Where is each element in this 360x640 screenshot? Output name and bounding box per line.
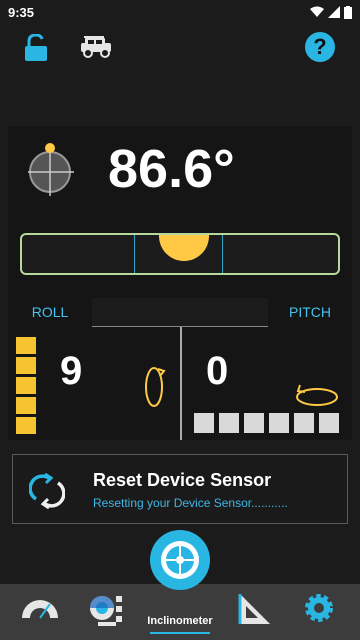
rotate-roll-icon: [145, 367, 166, 407]
angle-panel: 86.6°: [8, 126, 352, 298]
pitch-value: 0: [206, 349, 229, 393]
sync-icon: [29, 473, 65, 509]
roll-bar-segment: [16, 337, 36, 354]
lock-icon[interactable]: [24, 34, 48, 62]
roll-panel: 9: [8, 327, 180, 440]
level-bar: [20, 233, 340, 275]
pitch-bar-segment: [269, 413, 289, 433]
roll-value: 9: [60, 349, 83, 393]
status-bar: 9:35: [0, 0, 360, 24]
inclinometer-icon: [161, 541, 199, 579]
signal-icon: [328, 6, 340, 18]
roll-bar-segment: [16, 417, 36, 434]
help-icon: ?: [313, 34, 327, 59]
roll-bar-segment: [16, 357, 36, 374]
protractor-icon[interactable]: [20, 592, 60, 622]
reset-title: Reset Device Sensor: [93, 470, 272, 490]
wifi-icon: [310, 6, 324, 17]
pitch-bar-segment: [219, 413, 239, 433]
tab-roll[interactable]: ROLL: [8, 297, 92, 327]
level-marker-left: [134, 235, 135, 273]
pitch-bar-segment: [244, 413, 264, 433]
nav-active-indicator: [150, 632, 210, 634]
status-time: 9:35: [8, 4, 35, 20]
tab-pitch[interactable]: PITCH: [268, 297, 352, 327]
status-icons: [310, 5, 352, 19]
roll-bar-segment: [16, 397, 36, 414]
level-marker-right: [222, 235, 223, 273]
level-bubble: [159, 235, 209, 261]
help-button[interactable]: ?: [305, 32, 335, 62]
pitch-panel: 0: [182, 327, 352, 440]
pitch-bar-segment: [294, 413, 314, 433]
reset-subtitle: Resetting your Device Sensor...........: [93, 496, 288, 510]
crosshair-icon: [28, 143, 74, 196]
angle-value: 86.6°: [108, 139, 235, 199]
level-tool-icon[interactable]: [88, 592, 124, 626]
ruler-icon[interactable]: [238, 592, 272, 626]
pitch-bar-segment: [319, 413, 339, 433]
battery-icon: [344, 5, 352, 19]
top-bar: ?: [0, 26, 360, 72]
roll-bar-segment: [16, 377, 36, 394]
inclinometer-button[interactable]: [150, 530, 210, 590]
pitch-bar-segment: [194, 413, 214, 433]
settings-gear-icon[interactable]: [303, 592, 335, 624]
nav-label-inclinometer[interactable]: Inclinometer: [134, 615, 226, 627]
rotate-pitch-icon: [296, 384, 338, 406]
car-icon[interactable]: [78, 36, 114, 58]
reset-sensor-card[interactable]: Reset Device Sensor Resetting your Devic…: [12, 454, 348, 524]
